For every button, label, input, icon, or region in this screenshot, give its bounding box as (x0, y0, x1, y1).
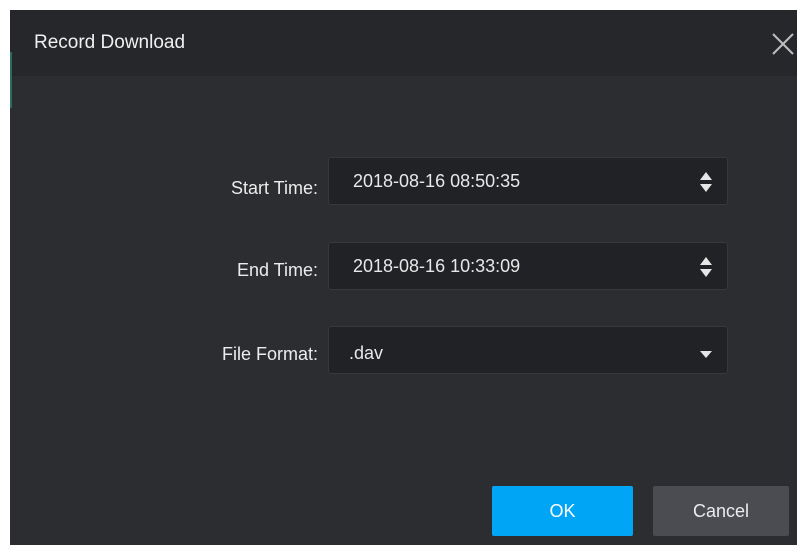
dialog-title: Record Download (34, 32, 186, 53)
left-accent-strip (10, 52, 12, 108)
chevron-down-icon[interactable] (699, 346, 713, 358)
close-icon[interactable] (769, 30, 797, 58)
record-download-dialog: Record Download Start Time: 2018-08-16 0… (10, 10, 797, 545)
end-time-value[interactable]: 2018-08-16 10:33:09 (353, 256, 520, 277)
end-time-label: End Time: (236, 260, 318, 280)
spinner-arrows-icon[interactable] (699, 171, 713, 193)
spinner-arrows-icon[interactable] (699, 256, 713, 278)
start-time-value[interactable]: 2018-08-16 08:50:35 (353, 171, 520, 192)
ok-button[interactable]: OK (492, 486, 633, 536)
end-time-field[interactable]: 2018-08-16 10:33:09 (328, 242, 728, 290)
file-format-select[interactable]: .dav (328, 326, 728, 374)
file-format-value[interactable]: .dav (349, 343, 383, 364)
dialog-titlebar: Record Download (10, 10, 797, 76)
start-time-field[interactable]: 2018-08-16 08:50:35 (328, 157, 728, 205)
cancel-button[interactable]: Cancel (653, 486, 789, 536)
start-time-label: Start Time: (230, 178, 318, 198)
file-format-label: File Format: (221, 344, 318, 364)
